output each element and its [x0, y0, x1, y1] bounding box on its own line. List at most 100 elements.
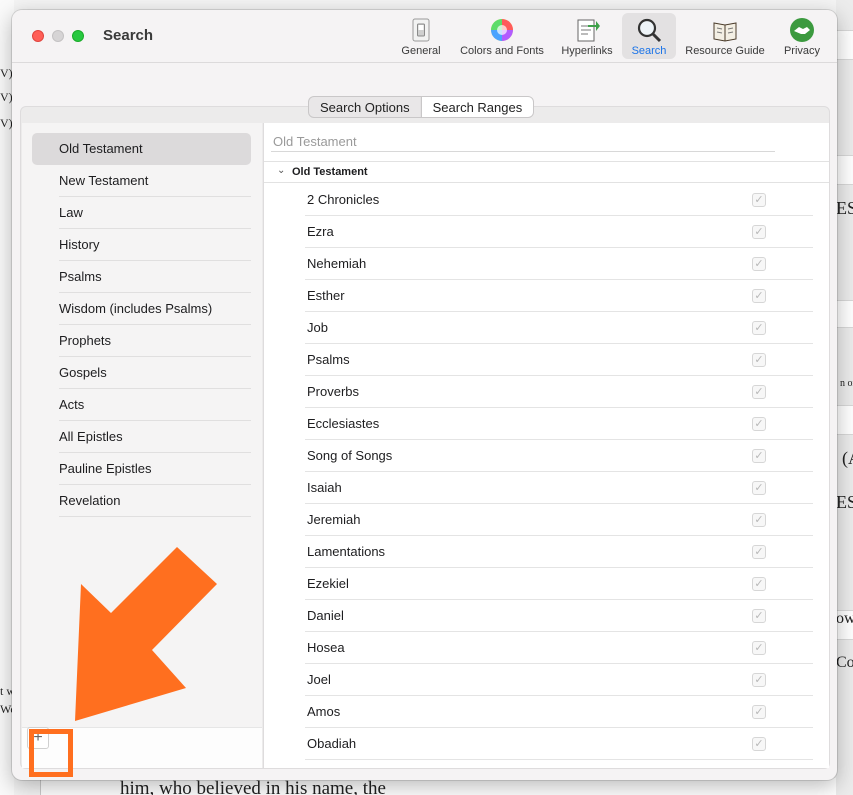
book-row[interactable]: Nehemiah ✓ [305, 248, 813, 280]
sidebar-item-label: Revelation [59, 493, 121, 508]
book-checkbox[interactable]: ✓ [752, 225, 766, 239]
background-fragment: V) [0, 116, 13, 130]
book-name: Ecclesiastes [307, 416, 380, 431]
book-row[interactable]: Isaiah ✓ [305, 472, 813, 504]
divider [59, 516, 251, 517]
sidebar-item-label: Prophets [59, 333, 112, 348]
book-checkbox[interactable]: ✓ [752, 673, 766, 687]
book-name: Ezekiel [307, 576, 349, 591]
book-checkbox[interactable]: ✓ [752, 513, 766, 527]
book-checkbox[interactable]: ✓ [752, 417, 766, 431]
book-checkbox[interactable]: ✓ [752, 481, 766, 495]
book-checkbox[interactable]: ✓ [752, 737, 766, 751]
sidebar-item-acts[interactable]: Acts [32, 389, 251, 421]
book-row[interactable]: Amos ✓ [305, 696, 813, 728]
book-checkbox[interactable]: ✓ [752, 705, 766, 719]
book-checkbox[interactable]: ✓ [752, 545, 766, 559]
book-row[interactable]: Ezekiel ✓ [305, 568, 813, 600]
book-row[interactable]: Song of Songs ✓ [305, 440, 813, 472]
sidebar-item-law[interactable]: Law [32, 197, 251, 229]
sidebar-item-revelation[interactable]: Revelation [32, 485, 251, 517]
book-checkbox[interactable]: ✓ [752, 449, 766, 463]
range-detail: Old Testament ⌄ Old Testament 2 Chronicl… [263, 123, 829, 768]
book-row[interactable]: Ezra ✓ [305, 216, 813, 248]
book-name: Nehemiah [307, 256, 367, 271]
book-row[interactable]: Esther ✓ [305, 280, 813, 312]
book-name: Hosea [307, 640, 345, 655]
background-fragment: n or [840, 378, 853, 389]
book-row[interactable]: Daniel ✓ [305, 600, 813, 632]
book-row[interactable]: Ecclesiastes ✓ [305, 408, 813, 440]
background-fragment: ESV [836, 198, 853, 218]
book-checkbox[interactable]: ✓ [752, 577, 766, 591]
book-name: Esther [307, 288, 345, 303]
window-title: Search [103, 27, 154, 44]
book-checkbox[interactable]: ✓ [752, 353, 766, 367]
toolbar-colors-and-fonts[interactable]: Colors and Fonts [452, 13, 552, 59]
book-checkbox[interactable]: ✓ [752, 321, 766, 335]
background-fragment: own [836, 610, 853, 627]
color-wheel-icon [491, 19, 513, 41]
minimize-window-button[interactable] [52, 30, 64, 42]
book-name: Joel [307, 672, 331, 687]
book-name: Amos [307, 704, 341, 719]
title-bar: Search General Colors and Fonts Hyperlin… [12, 10, 837, 63]
add-range-button[interactable]: + [27, 727, 49, 749]
close-window-button[interactable] [32, 30, 44, 42]
book-row[interactable]: 2 Chronicles ✓ [305, 184, 813, 216]
sidebar-item-all-epistles[interactable]: All Epistles [32, 421, 251, 453]
sidebar-item-label: Pauline Epistles [59, 461, 152, 476]
book-row[interactable]: Jeremiah ✓ [305, 504, 813, 536]
book-checkbox[interactable]: ✓ [752, 385, 766, 399]
book-name: Ezra [307, 224, 334, 239]
book-row[interactable]: Proverbs ✓ [305, 376, 813, 408]
book-checkbox[interactable]: ✓ [752, 289, 766, 303]
book-row[interactable]: Joel ✓ [305, 664, 813, 696]
switch-icon [412, 18, 430, 42]
toolbar-hyperlinks[interactable]: Hyperlinks [555, 13, 619, 59]
book-checkbox[interactable]: ✓ [752, 257, 766, 271]
sidebar-item-new-testament[interactable]: New Testament [32, 165, 251, 197]
group-header[interactable]: ⌄ Old Testament [264, 161, 829, 183]
sidebar-item-gospels[interactable]: Gospels [32, 357, 251, 389]
book-checkbox[interactable]: ✓ [752, 609, 766, 623]
tab-search-options[interactable]: Search Options [309, 97, 421, 117]
book-name: Daniel [307, 608, 344, 623]
segmented-tabs: Search Options Search Ranges [308, 96, 535, 118]
background-fragment: V) [0, 90, 13, 104]
book-icon [713, 22, 737, 42]
sidebar-item-history[interactable]: History [32, 229, 251, 261]
book-name: 2 Chronicles [307, 192, 380, 207]
toolbar-label: Search [631, 45, 667, 57]
background-fragment: V) [0, 66, 13, 80]
zoom-window-button[interactable] [72, 30, 84, 42]
background-fragment: ESV [836, 492, 853, 512]
toolbar-privacy[interactable]: Privacy [774, 13, 830, 59]
book-row[interactable]: Hosea ✓ [305, 632, 813, 664]
range-name-field[interactable]: Old Testament [271, 131, 775, 152]
sidebar-item-prophets[interactable]: Prophets [32, 325, 251, 357]
book-checkbox[interactable]: ✓ [752, 641, 766, 655]
book-name: Obadiah [307, 736, 357, 751]
sidebar-item-label: History [59, 237, 100, 252]
toolbar-resource-guide[interactable]: Resource Guide [680, 13, 770, 59]
tab-search-ranges[interactable]: Search Ranges [420, 97, 534, 117]
book-row[interactable]: Job ✓ [305, 312, 813, 344]
book-row[interactable]: Lamentations ✓ [305, 536, 813, 568]
book-name: Job [307, 320, 328, 335]
sidebar-item-label: Psalms [59, 269, 102, 284]
search-preferences-window: Search General Colors and Fonts Hyperlin… [12, 10, 837, 780]
sidebar-item-label: Gospels [59, 365, 107, 380]
book-checkbox[interactable]: ✓ [752, 193, 766, 207]
toolbar-general[interactable]: General [396, 13, 446, 59]
background-cell [836, 405, 853, 435]
book-row[interactable]: Psalms ✓ [305, 344, 813, 376]
toolbar-search[interactable]: Search [622, 13, 676, 59]
group-label: Old Testament [292, 166, 368, 178]
sidebar-item-psalms[interactable]: Psalms [32, 261, 251, 293]
book-row[interactable]: Obadiah ✓ [305, 728, 813, 760]
sidebar-item-old-testament[interactable]: Old Testament [32, 133, 251, 165]
sidebar-item-pauline-epistles[interactable]: Pauline Epistles [32, 453, 251, 485]
sidebar-item-label: Wisdom (includes Psalms) [59, 301, 213, 316]
sidebar-item-wisdom[interactable]: Wisdom (includes Psalms) [32, 293, 251, 325]
